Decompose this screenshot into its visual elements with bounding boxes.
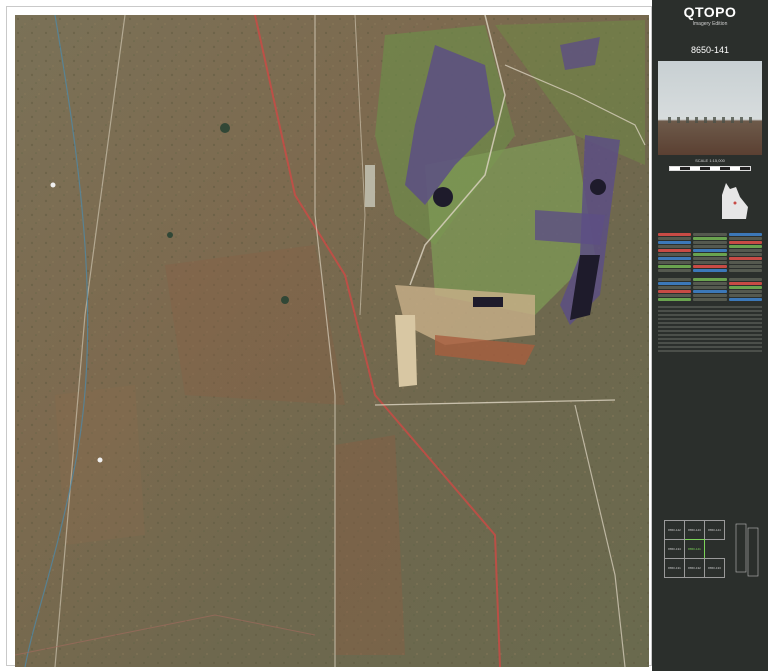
current-sheet[interactable]: 8650-141	[684, 539, 705, 559]
index-sheet[interactable]: 8650-131	[664, 558, 685, 578]
farm-dam	[167, 232, 173, 238]
red-soil-patch	[165, 245, 345, 405]
disclaimer-text	[658, 306, 762, 352]
index-sheet[interactable]: 8650-142	[664, 520, 685, 540]
tailings-dam	[535, 210, 605, 245]
imagery-canvas	[15, 15, 649, 667]
cover-photo	[658, 61, 762, 155]
building-cluster	[365, 165, 375, 207]
sheet-index-grid: 8650-142 8650-143 8650-144 8650-141 8650…	[664, 520, 725, 600]
red-soil-patch	[55, 385, 145, 545]
edition-label: Imagery Edition	[692, 21, 728, 27]
scale-label: SCALE 1:15,000	[695, 158, 725, 163]
index-sheet[interactable]: 8650-133	[704, 558, 725, 578]
sheet-layout-diagram	[735, 523, 759, 577]
legend-symbols-2	[658, 278, 762, 301]
tree-line	[668, 117, 752, 123]
water-pit	[590, 179, 606, 195]
map-frame	[6, 6, 652, 667]
legend-symbols	[658, 233, 762, 272]
index-sheet[interactable]: 8650-144	[704, 520, 725, 540]
point-marker	[97, 457, 103, 463]
locality-map	[652, 177, 768, 227]
scale-bar	[669, 166, 751, 171]
water-pit	[473, 297, 503, 307]
red-soil-patch	[335, 435, 405, 655]
brand-title: QTOPO	[683, 4, 737, 20]
aerial-imagery-map[interactable]	[15, 15, 649, 667]
index-sheet[interactable]: 8650-143	[684, 520, 705, 540]
index-sheet[interactable]: 8650-134	[664, 539, 685, 559]
legend-panel: QTOPO Imagery Edition 8650-141 SCALE 1:1…	[652, 0, 768, 671]
legend	[658, 233, 762, 301]
farm-dam	[220, 123, 230, 133]
sheet-number: 8650-141	[690, 45, 730, 55]
farm-dam	[281, 296, 289, 304]
index-sheet[interactable]: 8650-132	[684, 558, 705, 578]
water-pit	[433, 187, 453, 207]
queensland-outline-icon	[722, 183, 748, 219]
point-marker	[50, 182, 56, 188]
